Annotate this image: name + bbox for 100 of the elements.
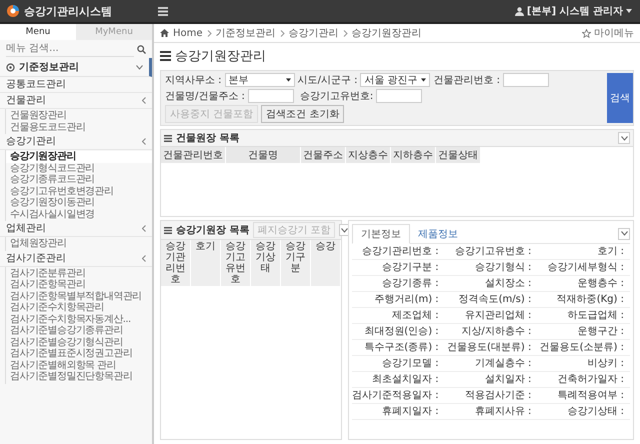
field-label: 기계실층수 : bbox=[444, 356, 538, 372]
column-header[interactable]: 건물관리번호 bbox=[161, 147, 226, 163]
menu-item[interactable]: 승강기원장이동관리 bbox=[6, 197, 152, 208]
app-title: 승강기관리시스템 bbox=[24, 4, 112, 18]
chevron-down-icon bbox=[136, 64, 143, 70]
column-header[interactable]: 승강기구분 bbox=[281, 240, 311, 286]
field-label: 특례적용여부 : bbox=[537, 388, 630, 404]
home-icon bbox=[160, 29, 169, 37]
field-label: 주행거리(m) : bbox=[352, 292, 445, 308]
filter-button[interactable]: 검색조건 초기화 bbox=[261, 105, 344, 123]
column-header[interactable]: 승강기관리번호 bbox=[161, 240, 191, 286]
chevron-left-icon bbox=[142, 225, 146, 232]
my-menu-button[interactable]: 마이메뉴 bbox=[582, 26, 634, 40]
chevron-left-icon bbox=[142, 97, 146, 104]
field-label: 최대정원(인승) : bbox=[352, 324, 445, 340]
sidebar-tab[interactable]: Menu bbox=[0, 24, 76, 40]
field-label: 설치일자 : bbox=[444, 372, 538, 388]
menu-group[interactable]: 공통코드관리 bbox=[0, 77, 152, 93]
menu-search-field[interactable]: 메뉴 검색... bbox=[6, 41, 134, 57]
field-label: 승강기상태 : bbox=[537, 404, 630, 420]
menu-item[interactable]: 검사기준분류관리 bbox=[6, 268, 152, 279]
menu-item[interactable]: 검사기준별승강기형식관리 bbox=[6, 336, 152, 348]
menu-item[interactable]: 검사기준별정밀진단항목관리 bbox=[6, 371, 152, 382]
filter-label: 시도/시군구 : bbox=[298, 74, 358, 87]
menu-item[interactable]: 승강기종류코드관리 bbox=[6, 174, 152, 186]
search-button[interactable]: 검색 bbox=[607, 73, 633, 123]
chevron-left-icon bbox=[142, 254, 146, 262]
menu-item[interactable]: 건물원장관리 bbox=[6, 110, 152, 122]
field-label: 정격속도(m/s) : bbox=[444, 292, 538, 308]
column-header[interactable]: 호기 bbox=[191, 240, 221, 286]
menu-item[interactable]: 수시검사실시일변경 bbox=[6, 208, 152, 220]
field-label: 승강기형식 : bbox=[444, 260, 538, 276]
logo-icon bbox=[6, 4, 20, 18]
menu-item[interactable]: 승강기고유번호변경관리 bbox=[6, 186, 152, 197]
menu-item[interactable]: 검사기준수치항목자동계산... bbox=[6, 314, 152, 325]
field-label: 승강기세부형식 : bbox=[537, 260, 630, 276]
chevron-left-icon bbox=[142, 138, 146, 145]
user-menu-button[interactable]: [본부] 시스템 관리자 bbox=[506, 4, 640, 18]
field-label: 휴폐지일자 : bbox=[352, 404, 445, 420]
dropdown-field[interactable]: 본부 bbox=[224, 73, 295, 87]
target-icon bbox=[6, 62, 15, 72]
field-label: 최초설치일자 : bbox=[352, 372, 445, 388]
breadcrumb-link[interactable]: 승강기관리 bbox=[288, 26, 339, 40]
menu-item[interactable]: 검사기준별표준시정권고관리 bbox=[6, 348, 152, 360]
caret-icon bbox=[286, 78, 291, 82]
filter-label: 건물관리번호 : bbox=[433, 74, 500, 87]
menu-item[interactable]: 검사기준별해외항목 관리 bbox=[6, 360, 152, 371]
menu-item[interactable]: 건물용도코드관리 bbox=[6, 122, 152, 133]
field-label: 하도급업체 : bbox=[537, 308, 630, 324]
menu-item[interactable]: 업체원장관리 bbox=[6, 238, 152, 250]
chevron-down-icon bbox=[341, 228, 348, 232]
filter-label: 승강기고유번호: bbox=[300, 90, 374, 103]
collapse-button[interactable] bbox=[618, 132, 630, 144]
field-label: 특수구조(종류) : bbox=[352, 340, 445, 356]
list-icon bbox=[160, 51, 171, 61]
details-tab[interactable]: 기본정보 bbox=[352, 224, 410, 244]
field-label: 승강기종류 : bbox=[352, 276, 445, 292]
column-header[interactable]: 승강기상태 bbox=[251, 240, 281, 286]
chevron-right-icon bbox=[280, 30, 285, 36]
text-field[interactable] bbox=[503, 73, 550, 87]
field-label: 건축허가일자 : bbox=[537, 372, 630, 388]
field-label: 운행층수 : bbox=[537, 276, 630, 292]
column-header[interactable]: 건물명 bbox=[226, 147, 301, 163]
menu-group[interactable]: 승강기관리 bbox=[0, 134, 152, 150]
menu-item[interactable]: 검사기준별승강기종류관리 bbox=[6, 325, 152, 336]
field-label: 설치장소 : bbox=[444, 276, 538, 292]
filter-label: 지역사무소 : bbox=[165, 74, 222, 87]
breadcrumb-link[interactable]: Home bbox=[173, 28, 203, 38]
dropdown-field[interactable]: 서울 광진구 bbox=[360, 73, 430, 87]
caret-icon bbox=[626, 9, 632, 13]
field-label: 검사기준적용일자 : bbox=[352, 388, 445, 404]
column-header[interactable]: 승강기고유번호 bbox=[221, 240, 251, 286]
text-field[interactable] bbox=[248, 89, 294, 103]
field-label: 운행구간 : bbox=[537, 324, 630, 340]
breadcrumb-link[interactable]: 승강기원장관리 bbox=[352, 26, 422, 40]
column-header[interactable]: 지하층수 bbox=[391, 147, 436, 163]
column-header[interactable]: 지상층수 bbox=[346, 147, 391, 163]
menu-item[interactable]: 승강기원장관리 bbox=[6, 151, 152, 162]
field-label: 유지관리업체 : bbox=[444, 308, 538, 324]
field-label: 제조업체 : bbox=[352, 308, 445, 324]
text-field[interactable] bbox=[376, 89, 422, 103]
chevron-down-icon bbox=[620, 136, 628, 140]
menu-item[interactable]: 검사기준수치항목관리 bbox=[6, 302, 152, 314]
field-label: 비상키 : bbox=[537, 356, 630, 372]
field-label: 승강기고유번호 : bbox=[444, 244, 538, 260]
details-tab[interactable]: 제품정보 bbox=[410, 224, 466, 242]
menu-group[interactable]: 검사기준관리 bbox=[0, 250, 152, 266]
column-header[interactable]: 승강 bbox=[311, 240, 341, 286]
menu-group[interactable]: 업체관리 bbox=[0, 221, 152, 237]
menu-section-header[interactable]: 기준정보관리 bbox=[0, 58, 152, 77]
menu-item[interactable]: 승강기형식코드관리 bbox=[6, 162, 152, 174]
menu-item[interactable]: 검사기준항목별부적합내역관리 bbox=[6, 290, 152, 302]
chevron-down-icon bbox=[620, 231, 628, 236]
collapse-button[interactable] bbox=[618, 228, 630, 240]
breadcrumb-link[interactable]: 기준정보관리 bbox=[216, 26, 276, 40]
column-header[interactable]: 건물상태 bbox=[436, 147, 481, 163]
field-label: 호기 : bbox=[537, 244, 630, 260]
column-header[interactable]: 건물주소 bbox=[301, 147, 346, 163]
menu-item[interactable]: 검사기준항목관리 bbox=[6, 279, 152, 290]
menu-group[interactable]: 건물관리 bbox=[0, 93, 152, 109]
